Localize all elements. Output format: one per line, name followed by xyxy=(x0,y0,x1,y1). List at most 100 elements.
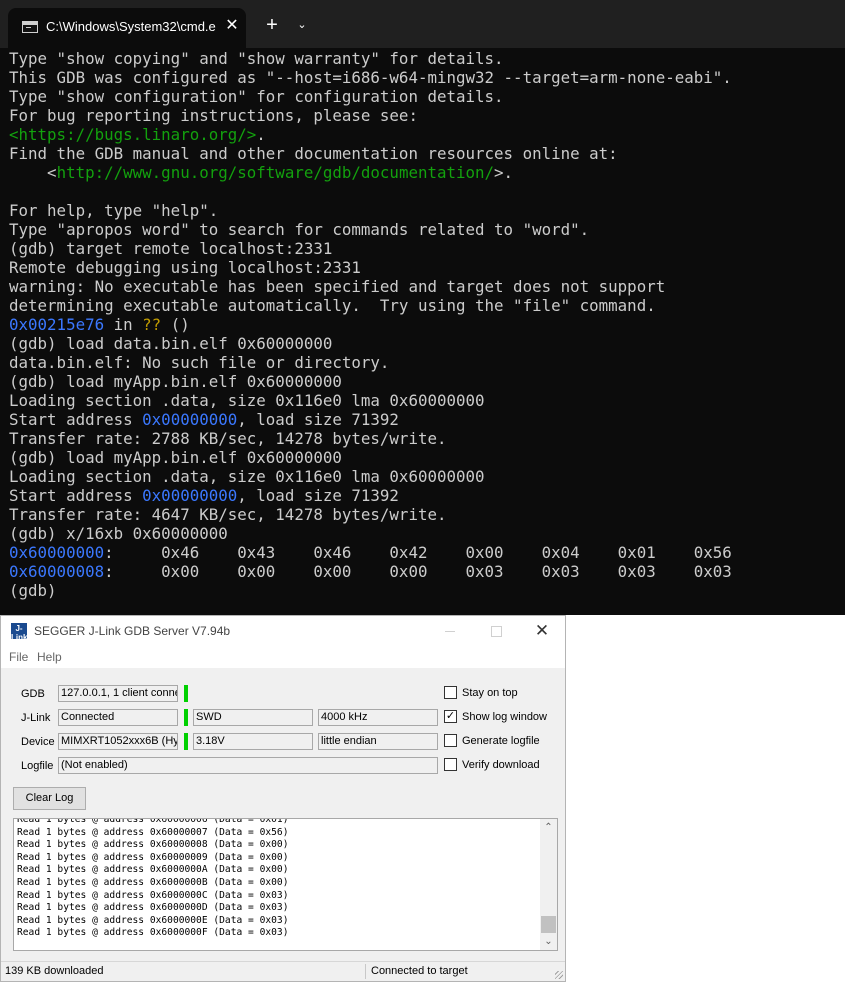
terminal-line: warning: No executable has been specifie… xyxy=(9,277,839,296)
logfile-label: Logfile xyxy=(21,760,54,772)
logfile-field: (Not enabled) xyxy=(58,757,438,774)
terminal-line: Loading section .data, size 0x116e0 lma … xyxy=(9,391,839,410)
menu-file[interactable]: File xyxy=(9,650,28,664)
jlink-logo: J-Link xyxy=(11,623,28,642)
device-label: Device xyxy=(21,736,55,748)
log-line: Read 1 bytes @ address 0x60000008 (Data … xyxy=(17,839,289,851)
cmd-icon xyxy=(22,21,38,33)
terminal-text-segment: (gdb) x/16xb 0x60000000 xyxy=(9,524,228,543)
terminal-line: For help, type "help". xyxy=(9,201,839,220)
terminal-text-segment: 0x00000000 xyxy=(142,486,238,505)
terminal-line: (gdb) target remote localhost:2331 xyxy=(9,239,839,258)
terminal-tab-bar: C:\Windows\System32\cmd.exe ✕ + ⌄ xyxy=(0,0,845,48)
terminal-text-segment: Loading section .data, size 0x116e0 lma … xyxy=(9,391,485,410)
verify-download-checkbox[interactable] xyxy=(444,758,457,771)
terminal-line: (gdb) x/16xb 0x60000000 xyxy=(9,524,839,543)
terminal-text-segment: http://www.gnu.org/software/gdb/document… xyxy=(56,163,495,182)
log-line: Read 1 bytes @ address 0x6000000E (Data … xyxy=(17,914,289,926)
stay-on-top-checkbox[interactable] xyxy=(444,686,457,699)
terminal-line: 0x00215e76 in ?? () xyxy=(9,315,839,334)
new-tab-button[interactable]: + xyxy=(260,14,284,36)
terminal-window[interactable]: C:\Windows\System32\cmd.exe ✕ + ⌄ Type "… xyxy=(0,0,845,615)
terminal-text-segment: . xyxy=(256,125,266,144)
scroll-thumb[interactable] xyxy=(541,916,556,933)
terminal-text-segment: Type "apropos word" to search for comman… xyxy=(9,220,590,239)
terminal-text-segment: data.bin.elf: No such file or directory. xyxy=(9,353,390,372)
terminal-text-segment: : 0x46 0x43 0x46 0x42 0x00 0x04 0x01 0x5… xyxy=(104,543,732,562)
log-line: Read 1 bytes @ address 0x60000007 (Data … xyxy=(17,826,289,838)
terminal-line: Transfer rate: 2788 KB/sec, 14278 bytes/… xyxy=(9,429,839,448)
terminal-text-segment: Loading section .data, size 0x116e0 lma … xyxy=(9,467,485,486)
show-log-window-label[interactable]: Show log window xyxy=(462,711,547,723)
terminal-line: determining executable automatically. Tr… xyxy=(9,296,839,315)
terminal-line: Loading section .data, size 0x116e0 lma … xyxy=(9,467,839,486)
terminal-output[interactable]: Type "show copying" and "show warranty" … xyxy=(9,49,839,600)
terminal-line: (gdb) load myApp.bin.elf 0x60000000 xyxy=(9,372,839,391)
terminal-line: Type "show copying" and "show warranty" … xyxy=(9,49,839,68)
terminal-text-segment: in xyxy=(104,315,143,334)
scroll-down-icon[interactable]: ⌄ xyxy=(540,933,557,950)
terminal-text-segment: Start address xyxy=(9,486,143,505)
log-line: Read 1 bytes @ address 0x60000006 (Data … xyxy=(17,818,289,825)
terminal-line: data.bin.elf: No such file or directory. xyxy=(9,353,839,372)
terminal-text-segment: This GDB was configured as "--host=i686-… xyxy=(9,68,732,87)
verify-download-label[interactable]: Verify download xyxy=(462,759,540,771)
generate-logfile-checkbox[interactable] xyxy=(444,734,457,747)
download-status: 139 KB downloaded xyxy=(5,965,104,977)
terminal-tab[interactable]: C:\Windows\System32\cmd.exe ✕ xyxy=(8,8,246,48)
terminal-line: 0x60000008: 0x00 0x00 0x00 0x00 0x03 0x0… xyxy=(9,562,839,581)
connection-status: Connected to target xyxy=(371,965,468,977)
terminal-text-segment: For bug reporting instructions, please s… xyxy=(9,106,418,125)
terminal-text-segment: (gdb) load data.bin.elf 0x60000000 xyxy=(9,334,333,353)
terminal-line: (gdb) load data.bin.elf 0x60000000 xyxy=(9,334,839,353)
close-icon[interactable]: ✕ xyxy=(531,620,553,642)
terminal-line: Start address 0x00000000, load size 7139… xyxy=(9,486,839,505)
status-bar: 139 KB downloaded Connected to target xyxy=(1,961,565,981)
log-window[interactable]: Read 1 bytes @ address 0x60000006 (Data … xyxy=(13,818,558,951)
resize-grip-icon[interactable] xyxy=(553,969,563,979)
jlink-title-bar[interactable]: J-Link SEGGER J-Link GDB Server V7.94b ✕ xyxy=(1,616,565,646)
log-line: Read 1 bytes @ address 0x6000000D (Data … xyxy=(17,902,289,914)
terminal-line: Type "show configuration" for configurat… xyxy=(9,87,839,106)
terminal-text-segment: <https://bugs.linaro.org/> xyxy=(9,125,257,144)
speed-field: 4000 kHz xyxy=(318,709,438,726)
stay-on-top-label[interactable]: Stay on top xyxy=(462,687,518,699)
terminal-line: (gdb) load myApp.bin.elf 0x60000000 xyxy=(9,448,839,467)
gdb-label: GDB xyxy=(21,688,45,700)
terminal-line: This GDB was configured as "--host=i686-… xyxy=(9,68,839,87)
terminal-text-segment: For help, type "help". xyxy=(9,201,219,220)
terminal-text-segment: (gdb) xyxy=(9,581,57,600)
log-line: Read 1 bytes @ address 0x6000000B (Data … xyxy=(17,876,289,888)
terminal-text-segment: () xyxy=(161,315,190,334)
voltage-field: 3.18V xyxy=(193,733,313,750)
maximize-icon[interactable] xyxy=(485,621,507,641)
terminal-text-segment: Find the GDB manual and other documentat… xyxy=(9,144,618,163)
jlink-status-led xyxy=(184,709,188,726)
gdb-status-field: 127.0.0.1, 1 client connected xyxy=(58,685,178,702)
terminal-line: For bug reporting instructions, please s… xyxy=(9,106,839,125)
gdb-status-led xyxy=(184,685,188,702)
chevron-down-icon[interactable]: ⌄ xyxy=(292,15,312,35)
log-scrollbar[interactable]: ⌃ ⌄ xyxy=(540,819,557,950)
menu-bar: File Help xyxy=(1,646,565,668)
close-tab-icon[interactable]: ✕ xyxy=(222,16,242,36)
clear-log-button[interactable]: Clear Log xyxy=(13,787,86,810)
terminal-text-segment: Transfer rate: 4647 KB/sec, 14278 bytes/… xyxy=(9,505,447,524)
device-status-led xyxy=(184,733,188,750)
jlink-body: GDB 127.0.0.1, 1 client connected J-Link… xyxy=(1,668,565,961)
minimize-icon[interactable] xyxy=(439,621,461,641)
terminal-line: Transfer rate: 4647 KB/sec, 14278 bytes/… xyxy=(9,505,839,524)
terminal-line: Type "apropos word" to search for comman… xyxy=(9,220,839,239)
terminal-line: (gdb) xyxy=(9,581,839,600)
generate-logfile-label[interactable]: Generate logfile xyxy=(462,735,540,747)
menu-help[interactable]: Help xyxy=(37,650,62,664)
jlink-gdb-server-window[interactable]: J-Link SEGGER J-Link GDB Server V7.94b ✕… xyxy=(0,615,566,982)
terminal-text-segment: 0x00000000 xyxy=(142,410,238,429)
log-line: Read 1 bytes @ address 0x60000009 (Data … xyxy=(17,851,289,863)
show-log-window-checkbox[interactable]: ✓ xyxy=(444,710,457,723)
scroll-up-icon[interactable]: ⌃ xyxy=(540,819,557,836)
terminal-text-segment: , load size 71392 xyxy=(237,410,399,429)
terminal-text-segment: Remote debugging using localhost:2331 xyxy=(9,258,361,277)
jlink-status-field: Connected xyxy=(58,709,178,726)
